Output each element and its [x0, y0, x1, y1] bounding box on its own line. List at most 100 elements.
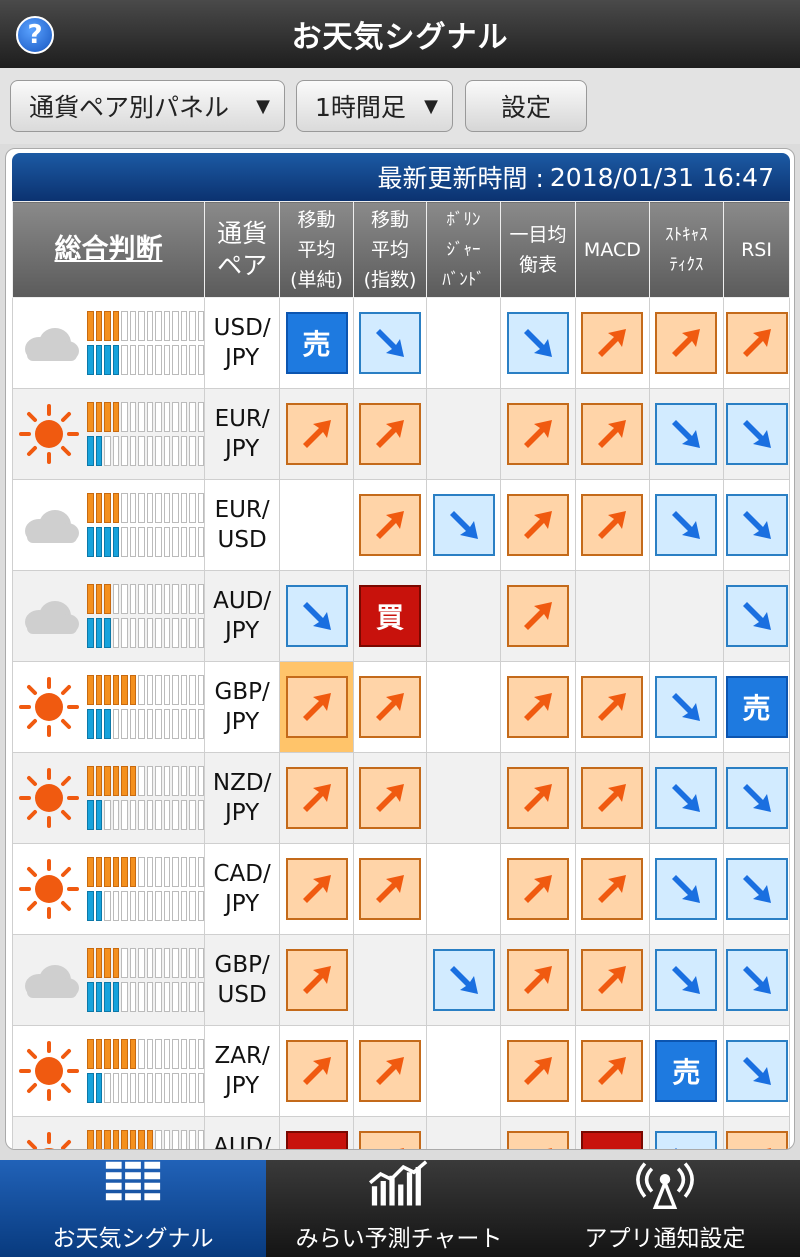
signal-cell[interactable]: 売 [723, 661, 790, 753]
pair-cell[interactable]: EUR/USD [203, 479, 281, 571]
pair-cell[interactable]: GBP/USD [203, 934, 281, 1026]
signal-up [506, 494, 569, 556]
signal-cell[interactable] [648, 1116, 725, 1149]
pair-cell[interactable]: CAD/JPY [203, 843, 281, 935]
signal-cell[interactable] [723, 1116, 790, 1149]
signal-cell[interactable]: 売 [279, 297, 354, 389]
signal-cell[interactable] [499, 1025, 577, 1117]
pair-cell[interactable]: AUD/JPY [203, 570, 281, 662]
buy-meter-cell [180, 1039, 187, 1069]
table-row[interactable]: GBP/USD [12, 934, 790, 1026]
arrow-up-right-icon [302, 784, 331, 812]
signal-cell[interactable] [723, 752, 790, 844]
signal-up [359, 767, 421, 829]
buy-meter-cell [95, 493, 102, 523]
table-row[interactable]: ZAR/JPY 売 [12, 1025, 790, 1117]
table-row[interactable]: EUR/JPY [12, 388, 790, 480]
sell-meter-cell [180, 709, 187, 739]
pair-cell[interactable]: USD/JPY [203, 297, 281, 389]
signal-cell[interactable] [499, 388, 577, 480]
signal-cell[interactable] [648, 388, 725, 480]
signal-cell[interactable] [723, 479, 790, 571]
table-row[interactable]: AUD/USD買買 [12, 1116, 790, 1149]
table-row[interactable]: USD/JPY 売 [12, 297, 790, 389]
pair-cell[interactable]: ZAR/JPY [203, 1025, 281, 1117]
signal-cell[interactable]: 買 [575, 1116, 650, 1149]
signal-cell[interactable]: 買 [279, 1116, 354, 1149]
signal-cell[interactable] [575, 297, 650, 389]
signal-cell[interactable] [575, 479, 650, 571]
signal-cell[interactable] [723, 934, 790, 1026]
arrow-down-right-icon [742, 420, 771, 448]
table-row[interactable]: EUR/USD [12, 479, 790, 571]
signal-cell[interactable] [279, 661, 354, 753]
signal-cell[interactable] [352, 388, 428, 480]
signal-cell[interactable] [499, 1116, 577, 1149]
tab-weather-signal[interactable]: お天気シグナル [0, 1160, 266, 1257]
signal-cell[interactable] [723, 1025, 790, 1117]
signal-cell[interactable] [575, 843, 650, 935]
tab-forecast-chart[interactable]: みらい予測チャート [266, 1160, 532, 1257]
pair-cell[interactable]: EUR/JPY [203, 388, 281, 480]
chevron-down-icon: ▼ [424, 95, 438, 117]
signal-cell[interactable] [499, 661, 577, 753]
signal-cell[interactable] [279, 843, 354, 935]
sell-meter-cell [104, 345, 111, 375]
signal-cell[interactable] [352, 1025, 428, 1117]
bottom-nav: お天気シグナル みらい予測チャート アプリ通知設定 [0, 1160, 800, 1257]
settings-button[interactable]: 設定 [465, 80, 587, 132]
pair-cell[interactable]: AUD/USD [203, 1116, 281, 1149]
panel-select[interactable]: 通貨ペア別パネル ▼ [10, 80, 285, 132]
signal-cell[interactable] [279, 570, 354, 662]
signal-cell[interactable] [352, 1116, 428, 1149]
signal-cell[interactable] [575, 1025, 650, 1117]
signal-cell[interactable] [279, 752, 354, 844]
signal-cell[interactable] [648, 934, 725, 1026]
weather-cloud [17, 584, 81, 648]
signal-cell[interactable] [575, 388, 650, 480]
table-row[interactable]: NZD/JPY [12, 752, 790, 844]
signal-cell[interactable] [575, 752, 650, 844]
signal-cell[interactable] [279, 1025, 354, 1117]
table-row[interactable]: GBP/JPY 売 [12, 661, 790, 753]
signal-cell[interactable] [499, 570, 577, 662]
pair-cell[interactable]: GBP/JPY [203, 661, 281, 753]
signal-cell[interactable] [352, 297, 428, 389]
signal-cell[interactable] [279, 388, 354, 480]
tab-notification-settings[interactable]: アプリ通知設定 [532, 1160, 798, 1257]
signal-cell[interactable] [648, 297, 725, 389]
signal-cell[interactable] [575, 661, 650, 753]
table-row[interactable]: AUD/JPY 買 [12, 570, 790, 662]
signal-cell[interactable] [499, 843, 577, 935]
help-icon[interactable]: ? [16, 16, 54, 54]
sell-meter-cell [121, 527, 128, 557]
signal-cell[interactable] [352, 479, 428, 571]
table-row[interactable]: CAD/JPY [12, 843, 790, 935]
signal-cell[interactable] [426, 479, 501, 571]
signal-cell[interactable] [648, 661, 725, 753]
signal-cell[interactable] [723, 843, 790, 935]
signal-cell[interactable] [575, 934, 650, 1026]
signal-cell[interactable] [723, 297, 790, 389]
signal-cell[interactable] [648, 752, 725, 844]
timeframe-select[interactable]: 1時間足 ▼ [296, 80, 453, 132]
signal-cell[interactable] [648, 843, 725, 935]
pair-cell[interactable]: NZD/JPY [203, 752, 281, 844]
signal-cell[interactable] [723, 388, 790, 480]
signal-cell[interactable] [499, 934, 577, 1026]
signal-cell[interactable] [499, 297, 577, 389]
signal-cell[interactable]: 買 [352, 570, 428, 662]
pair-line: JPY [225, 618, 260, 644]
signal-cell[interactable] [352, 752, 428, 844]
header-summary[interactable]: 総合判断 [12, 201, 205, 298]
signal-cell[interactable] [352, 661, 428, 753]
signal-cell[interactable] [279, 934, 354, 1026]
signal-cell[interactable] [499, 752, 577, 844]
signal-cell[interactable] [723, 570, 790, 662]
signal-cell[interactable] [648, 479, 725, 571]
signal-cell[interactable] [426, 934, 501, 1026]
pair-line: JPY [225, 1073, 260, 1099]
signal-cell[interactable]: 売 [648, 1025, 725, 1117]
signal-cell[interactable] [499, 479, 577, 571]
signal-cell[interactable] [352, 843, 428, 935]
